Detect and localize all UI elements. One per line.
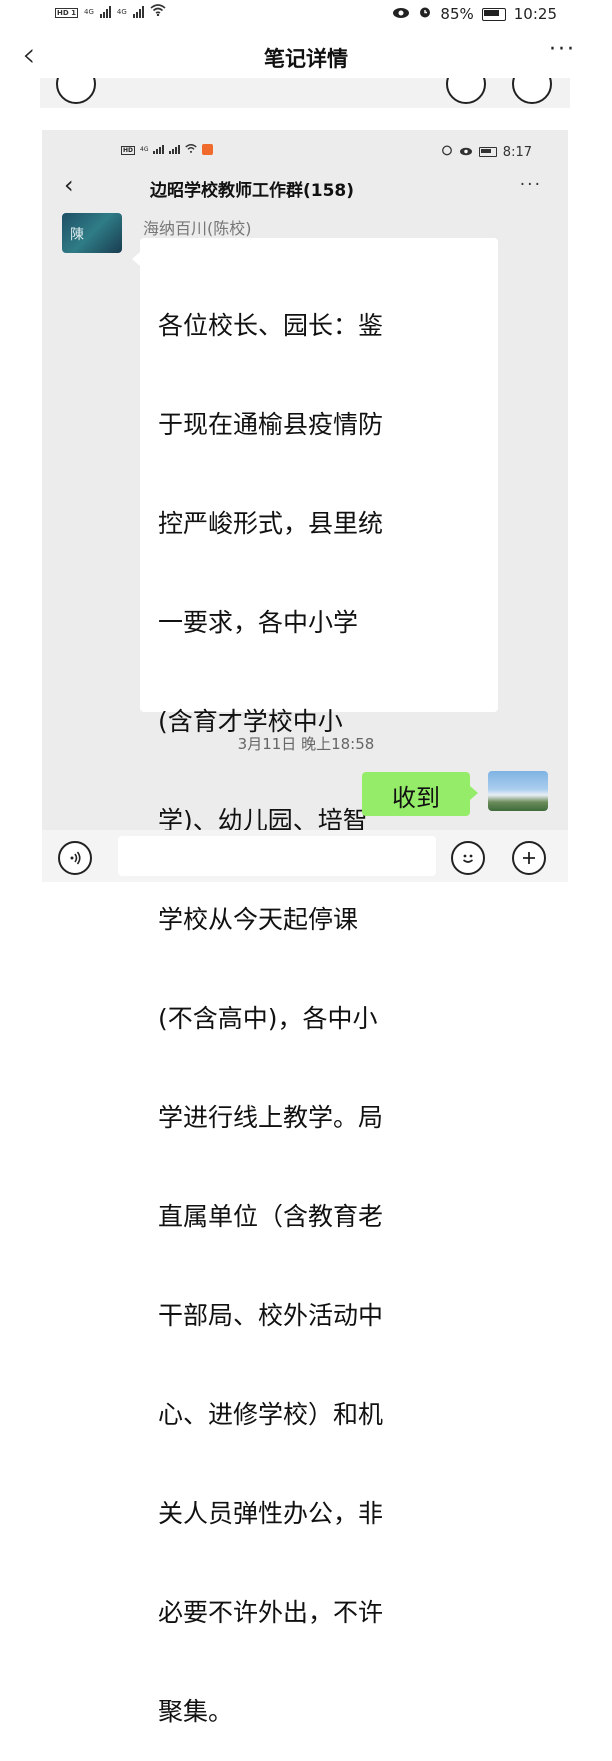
inner-network-label: 4G [140, 146, 149, 153]
message-line: 学进行线上教学。局 [158, 1103, 384, 1132]
network-label-2: 4G [116, 8, 127, 16]
app-notification-icon [202, 144, 214, 155]
avatar-text: 陳 [70, 227, 84, 243]
chevron-left-icon[interactable]: ‹ [64, 173, 74, 197]
message-line: 聚集。 [158, 1697, 234, 1726]
status-bar-right: 85% 10:25 [392, 5, 557, 23]
reply-bubble[interactable]: 收到 [362, 772, 478, 816]
sender-name: 海纳百川(陈校) [143, 219, 252, 238]
message-line: 学校从今天起停课 [158, 905, 359, 934]
message-line: 于现在通榆县疫情防 [158, 410, 384, 439]
alarm-icon [441, 144, 453, 160]
message-line: 直属单位（含教育老 [158, 1202, 384, 1231]
wifi-icon [150, 4, 166, 20]
message-line: 控严峻形式，县里统 [158, 509, 384, 538]
previous-input-bar [40, 78, 570, 108]
alarm-icon [418, 5, 432, 23]
signal-icon [153, 145, 165, 154]
message-line: 必要不许外出，不许 [158, 1598, 384, 1627]
emoji-icon [446, 78, 486, 104]
message-line: 关人员弹性办公，非 [158, 1499, 384, 1528]
status-bar-left: HD 1 4G 4G [55, 4, 166, 20]
more-button[interactable]: ··· [549, 37, 576, 62]
wifi-icon [185, 144, 198, 155]
message-input[interactable] [118, 836, 436, 876]
page-title: 笔记详情 [264, 47, 348, 71]
message-text: 各位校长、园长：鉴 于现在通榆县疫情防 控严峻形式，县里统 一要求，各中小学 (… [158, 243, 492, 1761]
signal-icon-2 [132, 6, 144, 18]
chat-more-button[interactable]: ··· [520, 175, 542, 195]
signal-icon [99, 6, 111, 18]
inner-status-left: HD 4G [121, 144, 214, 155]
battery-icon [481, 7, 506, 21]
hd-icon: HD [121, 145, 136, 155]
reply-text: 收到 [392, 784, 440, 812]
plus-icon [512, 78, 552, 104]
battery-icon [478, 147, 497, 157]
inner-status-right: 8:17 [441, 144, 532, 160]
voice-icon [56, 78, 96, 104]
battery-percent: 85% [440, 5, 474, 23]
my-avatar[interactable] [488, 771, 548, 811]
message-line: 一要求，各中小学 [158, 608, 359, 637]
message-line: (不含高中)，各中小 [158, 1004, 378, 1033]
message-timestamp: 3月11日 晚上18:58 [237, 735, 375, 753]
eye-icon [459, 145, 473, 160]
network-label-1: 4G [83, 8, 94, 16]
signal-icon-2 [169, 145, 181, 154]
clock: 10:25 [513, 5, 557, 23]
eye-icon [392, 5, 410, 23]
message-line: 干部局、校外活动中 [158, 1301, 384, 1330]
message-line: 各位校长、园长：鉴 [158, 311, 384, 340]
message-line: 心、进修学校）和机 [158, 1400, 384, 1429]
plus-icon[interactable] [512, 841, 546, 875]
hd-icon: HD 1 [55, 7, 78, 18]
avatar[interactable]: 陳 [62, 213, 122, 253]
emoji-icon[interactable] [451, 841, 485, 875]
inner-clock: 8:17 [502, 144, 532, 160]
voice-icon[interactable] [58, 841, 92, 875]
chat-title: 边昭学校教师工作群(158) [150, 181, 355, 201]
